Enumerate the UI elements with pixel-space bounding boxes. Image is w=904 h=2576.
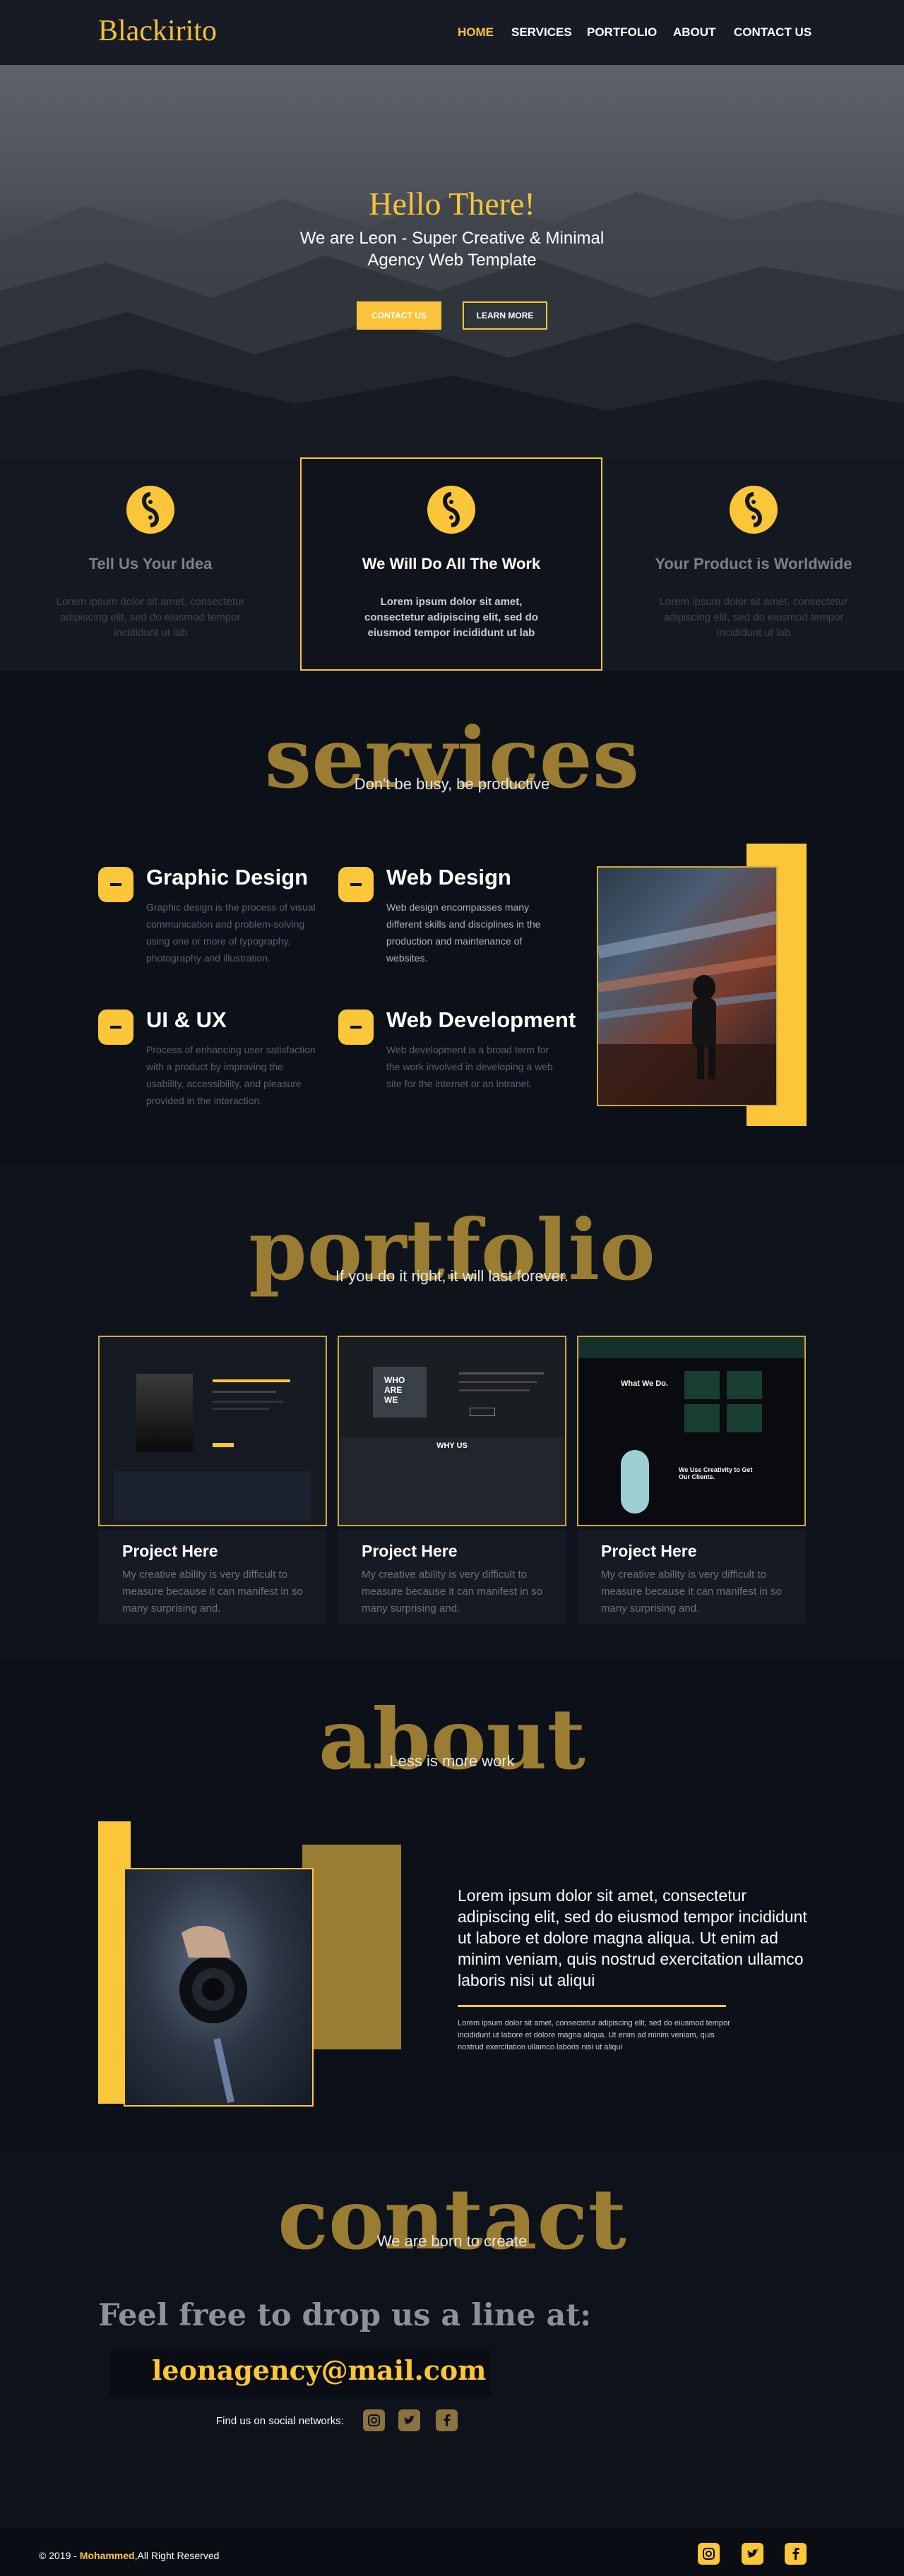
twitter-icon[interactable] bbox=[742, 2543, 763, 2565]
copyright: © 2019 - Mohammed,All Right Reserved bbox=[39, 2550, 219, 2561]
service-icon bbox=[338, 1010, 374, 1045]
feature-title: Your Product is Worldwide bbox=[655, 555, 852, 573]
service-text: Web design encompasses many different sk… bbox=[386, 901, 541, 964]
about-small-text: Lorem ipsum dolor sit amet, consectetur … bbox=[458, 2019, 730, 2051]
brand-logo[interactable]: Blackirito bbox=[98, 14, 217, 48]
service-title: Graphic Design bbox=[146, 865, 309, 889]
nav-contact-us[interactable]: CONTACT US bbox=[734, 25, 811, 40]
services-photo bbox=[597, 866, 778, 1106]
copyright-author[interactable]: Mohammed bbox=[80, 2550, 135, 2561]
feature-card-active: We Will Do All The Work Lorem ipsum dolo… bbox=[300, 457, 602, 671]
feature-text: Lorem ipsum dolor sit amet, consectetur … bbox=[56, 596, 245, 639]
nav-home[interactable]: HOME bbox=[458, 25, 494, 40]
thumb-word: WHO bbox=[384, 1375, 405, 1385]
portfolio-card[interactable]: Project Here My creative ability is very… bbox=[98, 1336, 327, 1624]
learn-more-button[interactable]: LEARN MORE bbox=[463, 301, 547, 330]
portfolio-card-body: Project Here My creative ability is very… bbox=[338, 1529, 566, 1624]
portfolio-subtitle: If you do it right, it will last forever… bbox=[335, 1267, 569, 1285]
feature-text: Lorem ipsum dolor sit amet, consectetur … bbox=[364, 596, 538, 639]
portfolio-text: My creative ability is very difficult to… bbox=[601, 1569, 782, 1615]
thumb-why-us: WHY US bbox=[436, 1442, 468, 1450]
yin-yang-icon bbox=[730, 486, 778, 534]
copyright-suffix: ,All Right Reserved bbox=[134, 2550, 220, 2561]
feature-card: Your Product is Worldwide Lorem ipsum do… bbox=[603, 460, 904, 671]
portfolio-title: Project Here bbox=[362, 1542, 458, 1560]
portfolio-title: Project Here bbox=[122, 1542, 218, 1560]
feature-card: Tell Us Your Idea Lorem ipsum dolor sit … bbox=[0, 460, 301, 671]
about-lead: Lorem ipsum dolor sit amet, consectetur … bbox=[458, 1886, 807, 1989]
yin-yang-icon bbox=[126, 486, 174, 534]
thumb-word: ARE bbox=[384, 1385, 403, 1395]
service-text: Graphic design is the process of visual … bbox=[146, 901, 316, 964]
portfolio-text: My creative ability is very difficult to… bbox=[122, 1569, 303, 1615]
about-photo bbox=[124, 1868, 314, 2107]
service-text: Process of enhancing user satisfaction w… bbox=[146, 1044, 316, 1106]
portfolio-text: My creative ability is very difficult to… bbox=[362, 1569, 542, 1615]
service-icon bbox=[98, 1010, 133, 1045]
thumb-word: WE bbox=[384, 1395, 398, 1405]
service-title: Web Design bbox=[386, 865, 511, 889]
instagram-icon[interactable] bbox=[698, 2543, 720, 2565]
service-title: Web Development bbox=[386, 1007, 576, 1032]
nav-about[interactable]: ABOUT bbox=[673, 25, 715, 40]
nav-services[interactable]: SERVICES bbox=[511, 25, 572, 40]
hero-title: Hello There! bbox=[369, 186, 535, 222]
hero-subtitle: We are Leon - Super Creative & Minimal A… bbox=[299, 229, 605, 270]
yin-yang-icon bbox=[427, 486, 475, 534]
portfolio-title: Project Here bbox=[601, 1542, 697, 1560]
service-icon bbox=[338, 867, 374, 902]
facebook-icon[interactable] bbox=[785, 2543, 807, 2565]
about-subtitle: Less is more work bbox=[389, 1752, 515, 1770]
contact-subtitle: We are born to create bbox=[376, 2232, 528, 2250]
service-text: Web development is a broad term for the … bbox=[386, 1044, 553, 1089]
contact-email[interactable]: leonagency@mail.com bbox=[152, 2354, 486, 2386]
thumb-heading: What We Do. bbox=[621, 1379, 669, 1388]
contact-us-button[interactable]: CONTACT US bbox=[357, 301, 441, 330]
feature-title: We Will Do All The Work bbox=[362, 555, 541, 573]
facebook-icon[interactable] bbox=[436, 2409, 458, 2431]
portfolio-card[interactable]: WHO ARE WE WHY US Project Here My creati… bbox=[338, 1336, 566, 1624]
about-divider bbox=[458, 2005, 726, 2007]
social-label: Find us on social networks: bbox=[216, 2415, 344, 2427]
portfolio-card-body: Project Here My creative ability is very… bbox=[577, 1529, 806, 1624]
service-title: UI & UX bbox=[146, 1007, 227, 1032]
portfolio-card-body: Project Here My creative ability is very… bbox=[98, 1529, 327, 1624]
services-subtitle: Don't be busy, be productive bbox=[354, 775, 550, 793]
copyright-prefix: © 2019 - bbox=[39, 2550, 80, 2561]
portfolio-thumbnail bbox=[98, 1336, 327, 1526]
drop-us-line: Feel free to drop us a line at: bbox=[98, 2298, 592, 2333]
nav-portfolio[interactable]: PORTFOLIO bbox=[587, 25, 657, 40]
instagram-icon[interactable] bbox=[363, 2409, 385, 2431]
portfolio-thumbnail: What We Do. We Use Creativity to Get Our… bbox=[577, 1336, 806, 1526]
thumb-heading-2: We Use Creativity to Get Our Clients. bbox=[679, 1466, 753, 1480]
portfolio-card[interactable]: What We Do. We Use Creativity to Get Our… bbox=[577, 1336, 806, 1624]
twitter-icon[interactable] bbox=[398, 2409, 420, 2431]
feature-text: Lorem ipsum dolor sit amet, consectetur … bbox=[659, 596, 848, 639]
decor-block bbox=[302, 1845, 401, 2049]
service-icon bbox=[98, 867, 133, 902]
feature-title: Tell Us Your Idea bbox=[88, 555, 213, 573]
portfolio-thumbnail: WHO ARE WE WHY US bbox=[338, 1336, 566, 1526]
